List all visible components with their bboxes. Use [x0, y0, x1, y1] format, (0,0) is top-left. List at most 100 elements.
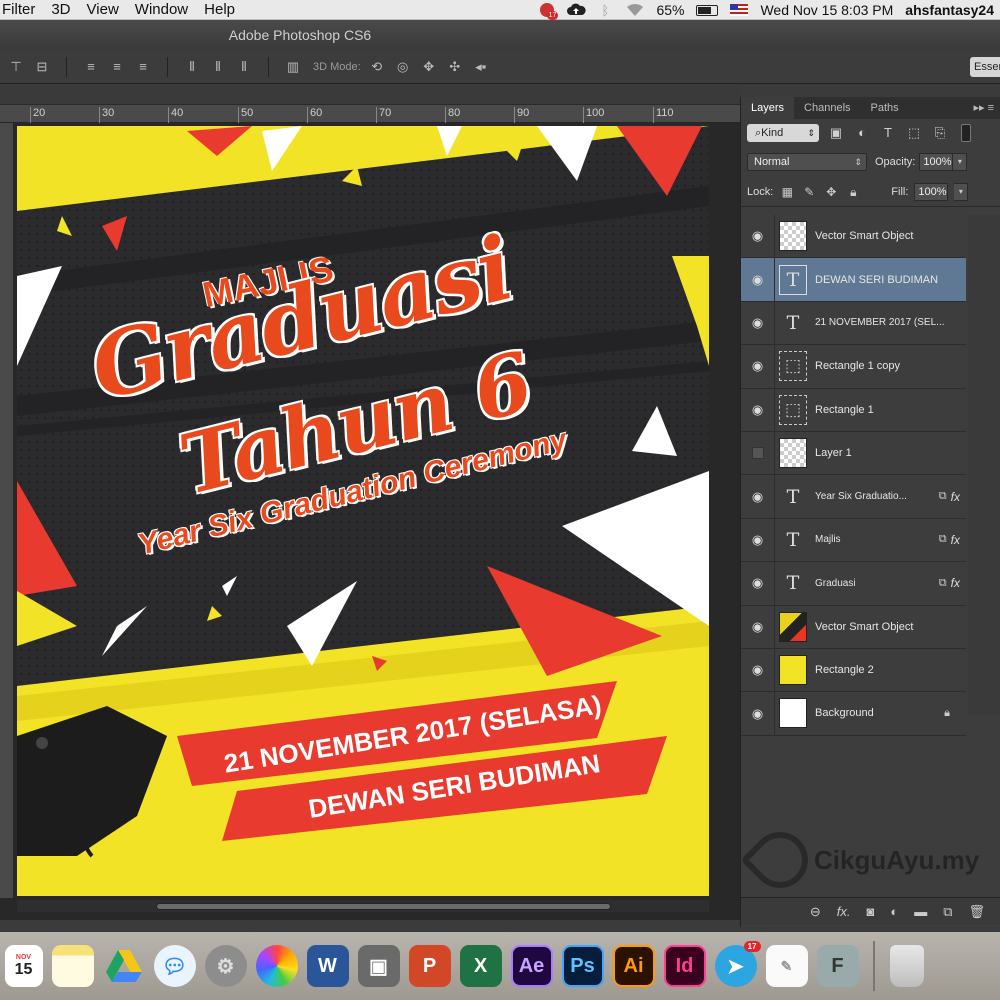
horizontal-ruler[interactable]: 20 30 40 50 60 70 80 90 100 110 [0, 105, 740, 123]
visibility-eye-icon[interactable]: ◉ [741, 258, 775, 302]
filter-shape-icon[interactable]: ⬚ [905, 125, 923, 141]
visibility-eye-icon[interactable]: ◉ [741, 605, 775, 649]
opacity-dropdown-icon[interactable]: ▾ [953, 153, 968, 171]
layer-name[interactable]: Vector Smart Object [815, 230, 966, 242]
visibility-eye-icon[interactable]: ◉ [741, 518, 775, 562]
layer-name[interactable]: Rectangle 2 [815, 664, 966, 676]
layer-name[interactable]: DEWAN SERI BUDIMAN [815, 274, 966, 286]
photoshop-icon[interactable]: Ps [561, 945, 604, 987]
visibility-eye-icon[interactable]: ◉ [741, 388, 775, 432]
filter-smart-object-icon[interactable]: ⎘ [931, 125, 949, 141]
panel-menu-icon[interactable]: ▸▸ ≡ [967, 97, 1000, 119]
menu-help[interactable]: Help [202, 1, 249, 18]
fx-icon[interactable]: fx [951, 533, 960, 547]
blend-mode-select[interactable]: Normal [747, 153, 867, 171]
3d-slide-icon[interactable]: ✣ [445, 58, 465, 76]
layer-row[interactable]: ◉ T 21 NOVEMBER 2017 (SEL... [741, 301, 966, 346]
google-drive-icon[interactable] [103, 945, 145, 987]
layer-name[interactable]: Rectangle 1 [815, 404, 966, 416]
align-top-icon[interactable]: ⊤ [6, 58, 26, 76]
battery-icon[interactable] [696, 4, 719, 16]
adjustment-layer-icon[interactable]: ◐ [890, 904, 898, 919]
add-mask-icon[interactable]: ◙ [866, 904, 874, 919]
layer-name[interactable]: Year Six Graduatio... [815, 491, 939, 502]
layer-row[interactable]: ◉ Vector Smart Object [741, 214, 966, 259]
3d-rotate-icon[interactable]: ⟲ [367, 58, 387, 76]
3d-scale-icon[interactable]: ◂▪ [471, 58, 491, 76]
clock[interactable]: Wed Nov 15 8:03 PM [760, 2, 893, 18]
layer-name[interactable]: 21 NOVEMBER 2017 (SEL... [815, 317, 966, 328]
menu-3d[interactable]: 3D [49, 1, 84, 18]
distribute-bottom-icon[interactable]: ≡ [133, 58, 153, 76]
tab-channels[interactable]: Channels [794, 97, 860, 119]
layer-row[interactable]: ◉ T Graduasi ⧉ fx ▾ [741, 561, 978, 606]
input-source-flag-icon[interactable] [730, 4, 749, 16]
menu-view[interactable]: View [85, 1, 133, 18]
distribute-center-icon[interactable]: ⫴ [208, 58, 228, 76]
filter-pixel-icon[interactable]: ▣ [827, 125, 845, 141]
new-group-icon[interactable]: ▬ [914, 904, 927, 919]
distribute-right-icon[interactable]: ⫴ [234, 58, 254, 76]
horizontal-scrollbar[interactable] [17, 900, 709, 912]
notes-app-icon[interactable] [51, 945, 94, 987]
telegram-app-icon[interactable]: ➤ 17 [714, 941, 761, 987]
menu-window[interactable]: Window [133, 1, 202, 18]
calendar-app-icon[interactable]: NOV 15 [4, 945, 43, 987]
fill-dropdown-icon[interactable]: ▾ [954, 182, 969, 201]
layer-name[interactable]: Majlis [815, 534, 939, 545]
after-effects-icon[interactable]: Ae [510, 945, 553, 987]
lock-transparent-icon[interactable]: ▦ [779, 185, 795, 199]
filter-adjustment-icon[interactable]: ◐ [853, 125, 871, 141]
fill-field[interactable]: 100% [914, 182, 949, 201]
messages-app-icon[interactable]: 💬︎ [153, 945, 196, 987]
link-layers-icon[interactable]: ⊖ [810, 904, 821, 920]
delete-layer-icon[interactable]: 🗑︎ [968, 904, 985, 920]
layer-row[interactable]: Layer 1 [741, 431, 966, 476]
align-middle-icon[interactable]: ⊟ [32, 58, 52, 76]
trash-icon[interactable] [889, 945, 924, 987]
visibility-toggle-off[interactable] [741, 431, 775, 475]
word-app-icon[interactable]: W [306, 945, 349, 987]
notification-status-icon[interactable]: 17 [540, 3, 559, 20]
visibility-eye-icon[interactable]: ◉ [741, 561, 775, 605]
lock-image-icon[interactable]: ✎ [801, 185, 817, 199]
filter-type-icon[interactable]: T [879, 125, 897, 141]
visibility-eye-icon[interactable]: ◉ [741, 214, 775, 258]
document-canvas[interactable]: MAJLIS Graduasi Tahun 6 Year Six Graduat… [17, 126, 709, 896]
layer-name[interactable]: Layer 1 [815, 447, 966, 459]
layers-scrollbar[interactable] [968, 215, 1000, 715]
layer-row[interactable]: ◉ T Majlis ⧉ fx ▾ [741, 518, 978, 563]
fx-icon[interactable]: fx [951, 576, 960, 590]
indesign-icon[interactable]: Id [663, 945, 706, 987]
layer-row[interactable]: ◉ Background 🔒︎ [741, 692, 966, 736]
workspace-switcher[interactable]: Essentials [970, 57, 1000, 77]
fx-icon[interactable]: fx [951, 490, 960, 504]
illustrator-icon[interactable]: Ai [612, 945, 655, 987]
cloud-upload-icon[interactable] [566, 3, 587, 17]
distribute-middle-icon[interactable]: ≡ [107, 58, 127, 76]
wifi-icon[interactable] [626, 3, 644, 17]
3d-roll-icon[interactable]: ◎ [393, 58, 413, 76]
system-preferences-icon[interactable]: ⚙ [204, 945, 247, 987]
add-layer-style-icon[interactable]: fx. [837, 904, 851, 919]
filter-kind-select[interactable]: ⌕Kind [747, 124, 819, 142]
powerpoint-app-icon[interactable]: P [408, 945, 451, 987]
layer-name[interactable]: Vector Smart Object [815, 621, 966, 633]
3d-drag-icon[interactable]: ✥ [419, 58, 439, 76]
distribute-left-icon[interactable]: ⫴ [182, 58, 202, 76]
layer-row[interactable]: ◉ ⬚ Rectangle 1 [741, 388, 966, 432]
layer-row[interactable]: ◉ ⬚ Rectangle 1 copy [741, 344, 966, 389]
font-app-icon[interactable]: F [816, 945, 859, 987]
layer-name[interactable]: Graduasi [815, 578, 939, 589]
layer-row-selected[interactable]: ◉ T DEWAN SERI BUDIMAN [741, 258, 966, 302]
excel-app-icon[interactable]: X [459, 945, 502, 987]
scroll-thumb[interactable] [156, 903, 611, 910]
visibility-eye-icon[interactable]: ◉ [741, 692, 775, 735]
layer-name[interactable]: Background [815, 707, 944, 719]
lock-all-icon[interactable]: 🔒︎ [845, 185, 861, 199]
layer-row[interactable]: ◉ T Year Six Graduatio... ⧉ fx ▾ [741, 475, 978, 519]
auto-align-icon[interactable]: ▥ [283, 58, 303, 76]
new-layer-icon[interactable]: ⧉ [943, 904, 952, 920]
tab-layers[interactable]: Layers [741, 97, 795, 119]
vertical-ruler[interactable] [0, 123, 14, 898]
